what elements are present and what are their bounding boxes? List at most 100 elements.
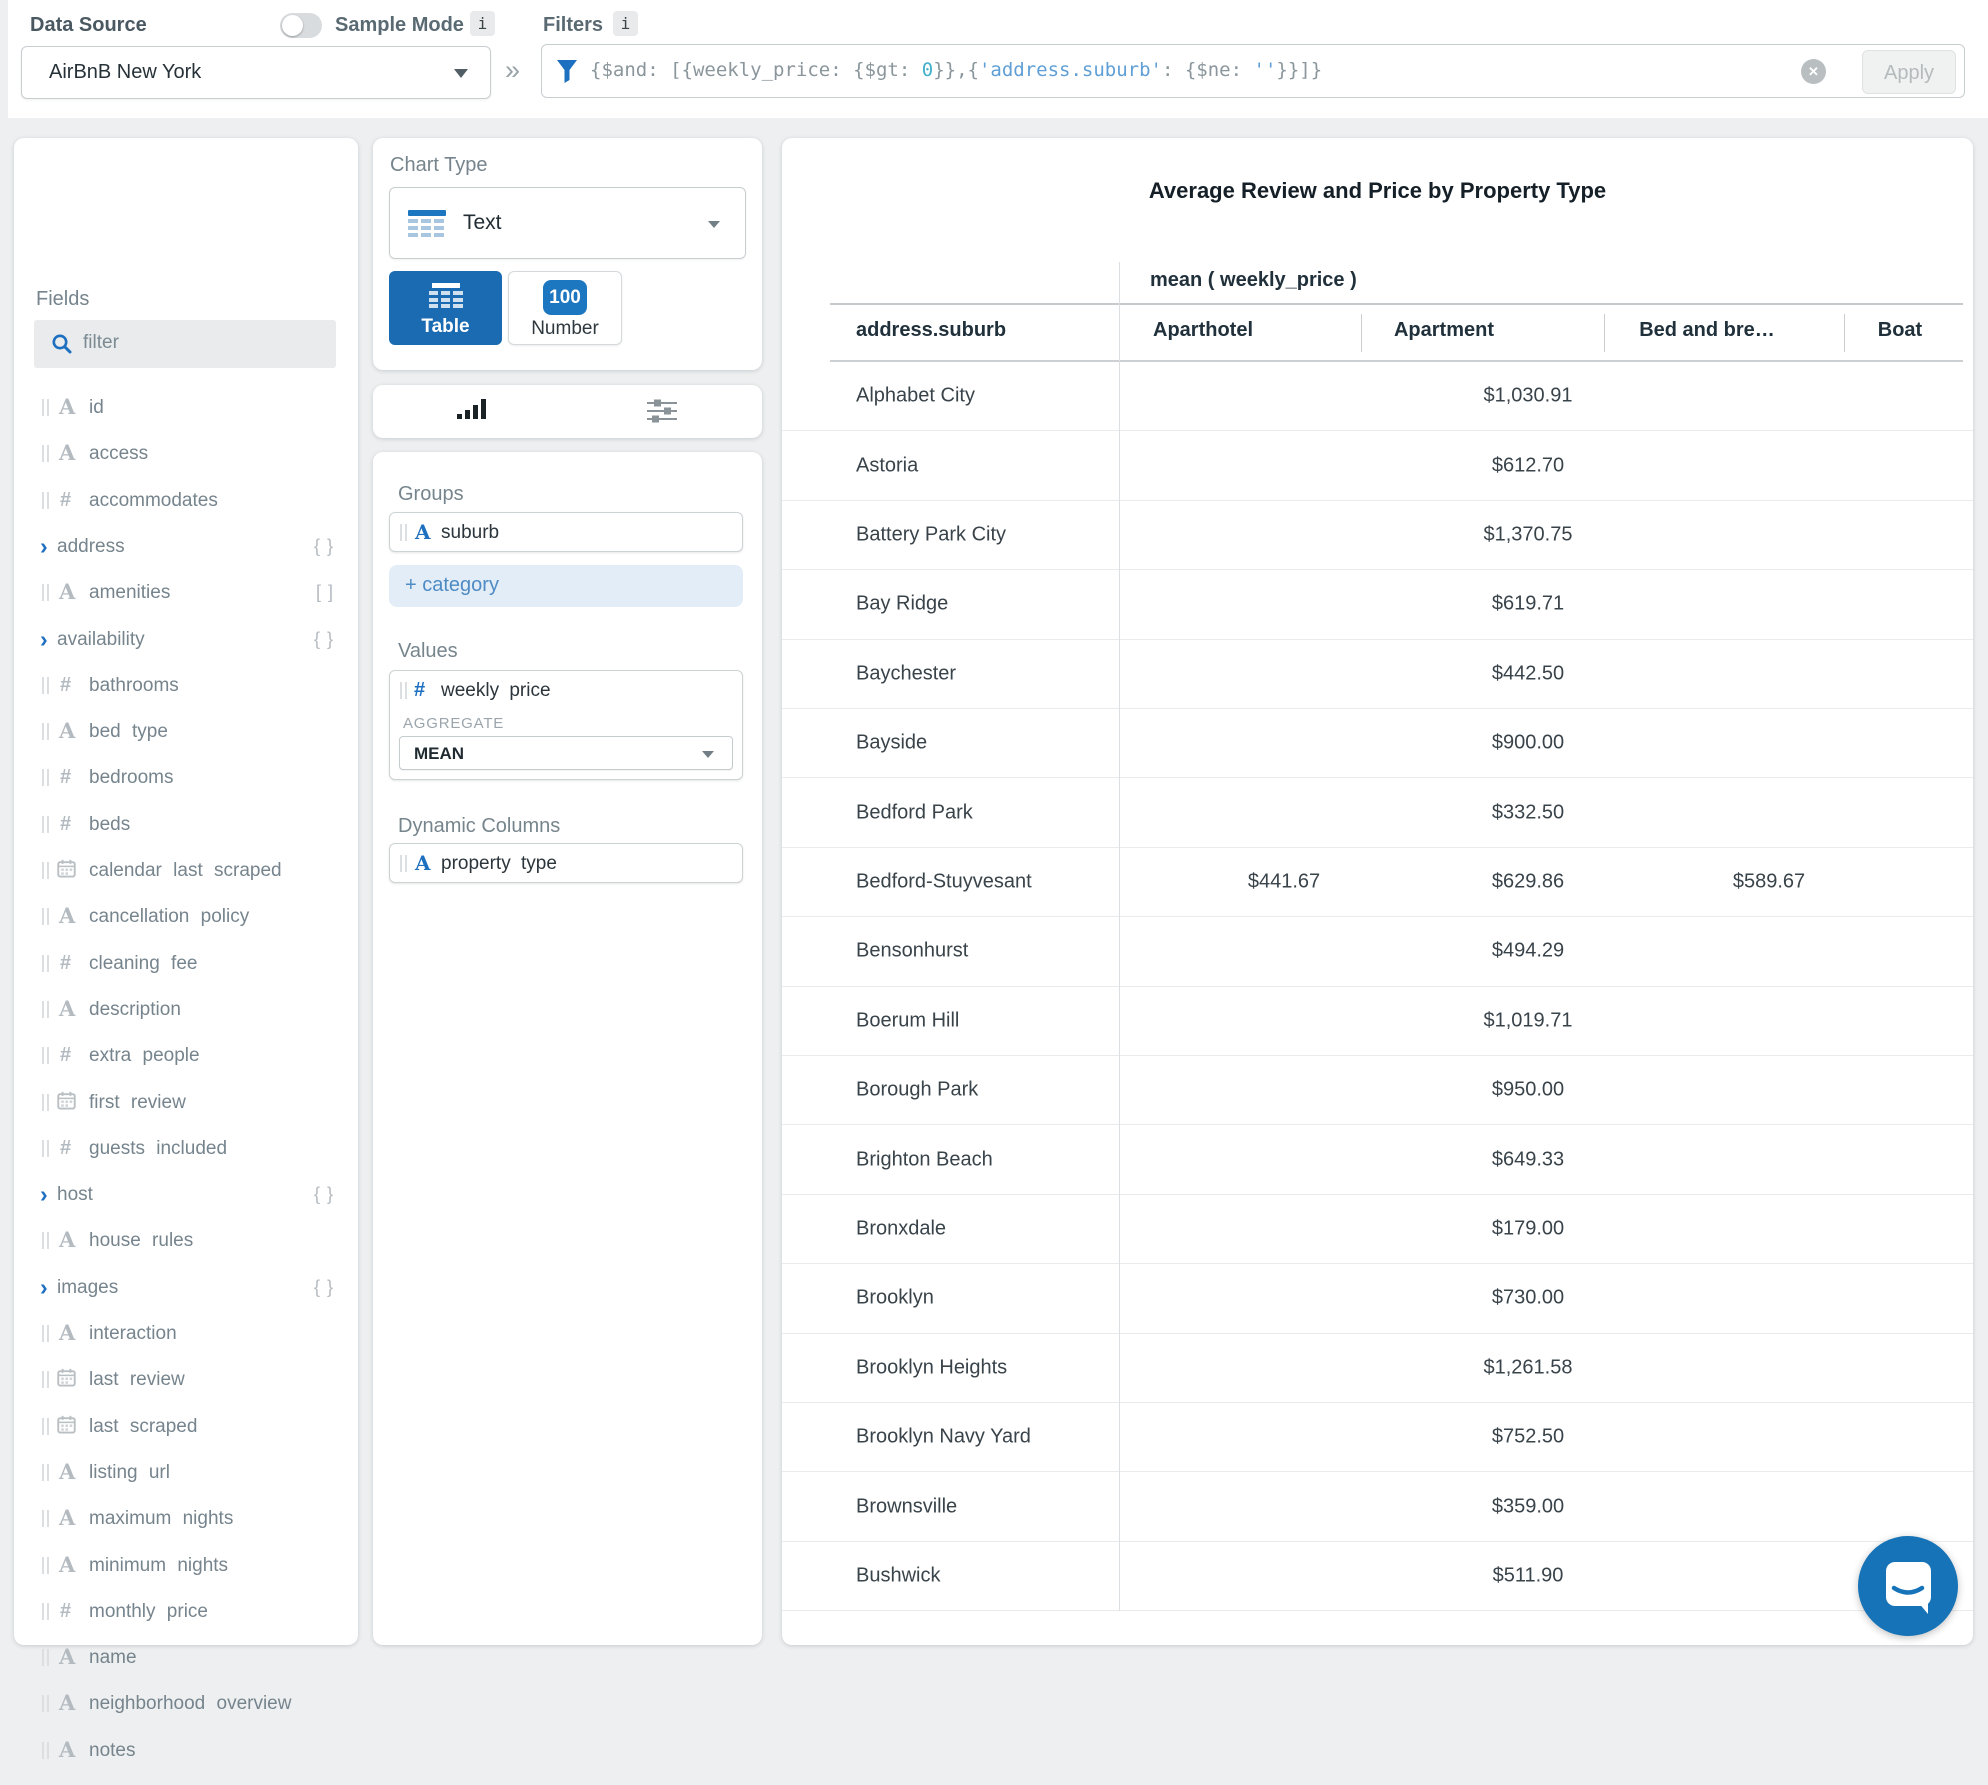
field-name: first review: [89, 1092, 186, 1114]
drag-handle-icon: [400, 855, 407, 872]
column-header-1: Aparthotel: [1153, 319, 1253, 342]
field-item-maximum-nights[interactable]: Amaximum nights: [14, 1496, 358, 1542]
field-name: house rules: [89, 1230, 193, 1252]
field-type-badge: { }: [314, 629, 334, 650]
chat-launcher-button[interactable]: [1858, 1536, 1958, 1636]
chevron-down-icon: [454, 69, 468, 78]
table-row: Brooklyn Navy Yard$752.50: [782, 1403, 1973, 1472]
table-row: Bronxdale$179.00: [782, 1195, 1973, 1264]
table-row: Baychester$442.50: [782, 640, 1973, 709]
tab-settings-sliders-icon[interactable]: [647, 398, 677, 424]
field-item-minimum-nights[interactable]: Aminimum nights: [14, 1543, 358, 1589]
value-cell: $619.71: [1492, 593, 1564, 616]
chevron-right-icon[interactable]: ›: [40, 1278, 48, 1296]
aggregate-label: AGGREGATE: [403, 715, 504, 732]
field-item-calendar-last-scraped[interactable]: calendar last scraped: [14, 848, 358, 894]
subtype-table-button[interactable]: Table: [389, 271, 502, 345]
value-cell: $752.50: [1492, 1426, 1564, 1449]
string-type-icon: A: [59, 394, 75, 419]
field-item-last-scraped[interactable]: last scraped: [14, 1404, 358, 1450]
string-type-icon: A: [59, 903, 75, 928]
group-field-label: suburb: [441, 522, 499, 544]
add-category-button[interactable]: + category: [389, 565, 743, 607]
table-row: Bensonhurst$494.29: [782, 917, 1973, 986]
drag-handle-icon: [42, 492, 49, 509]
table-row: Brownsville $359.00: [782, 1472, 1973, 1541]
field-search-input[interactable]: filter: [34, 320, 336, 368]
value-cell: $359.00: [1492, 1495, 1564, 1518]
field-item-first-review[interactable]: first review: [14, 1080, 358, 1126]
value-field-label: weekly price: [441, 680, 551, 702]
chevron-right-icon[interactable]: ›: [40, 537, 48, 555]
field-item-id[interactable]: Aid: [14, 385, 358, 431]
field-item-host[interactable]: ›host{ }: [14, 1172, 358, 1218]
field-item-images[interactable]: ›images{ }: [14, 1265, 358, 1311]
filter-input[interactable]: {$and: [{weekly_price: {$gt: 0}},{'addre…: [541, 44, 1965, 98]
string-type-icon: A: [59, 996, 75, 1021]
value-cell: $332.50: [1492, 801, 1564, 824]
dynamic-column-pill[interactable]: A property type: [389, 843, 743, 883]
suburb-cell: Bedford-Stuyvesant: [856, 870, 1032, 893]
number-button-label: Number: [509, 318, 621, 340]
field-item-neighborhood-overview[interactable]: Aneighborhood overview: [14, 1681, 358, 1727]
collapse-panel-icon[interactable]: »: [505, 55, 520, 86]
string-type-icon: A: [59, 718, 75, 743]
string-type-icon: A: [59, 1320, 75, 1345]
field-name: last review: [89, 1369, 185, 1391]
field-item-access[interactable]: Aaccess: [14, 431, 358, 477]
field-item-monthly-price[interactable]: #monthly price: [14, 1589, 358, 1635]
tab-encode-bars-icon[interactable]: [457, 399, 486, 419]
field-item-cleaning-fee[interactable]: #cleaning fee: [14, 941, 358, 987]
field-item-listing-url[interactable]: Alisting url: [14, 1450, 358, 1496]
filter-query-segment: }}]}: [1276, 59, 1322, 81]
field-item-guests-included[interactable]: #guests included: [14, 1126, 358, 1172]
aggregate-select[interactable]: MEAN: [399, 736, 733, 770]
field-item-beds[interactable]: #beds: [14, 802, 358, 848]
divider: [1844, 314, 1845, 352]
field-name: bathrooms: [89, 675, 179, 697]
field-item-description[interactable]: Adescription: [14, 987, 358, 1033]
chevron-down-icon: [708, 221, 720, 228]
filters-label: Filters: [543, 14, 603, 37]
field-item-name[interactable]: Aname: [14, 1635, 358, 1681]
subtype-number-button[interactable]: 100 Number: [508, 271, 622, 345]
filter-query-segment: : {$ne:: [1162, 59, 1254, 81]
fields-panel: Fields filter AidAaccess#accommodates›ad…: [14, 138, 358, 1645]
value-field-pill[interactable]: # weekly price AGGREGATE MEAN: [389, 670, 743, 780]
field-item-bed-type[interactable]: Abed type: [14, 709, 358, 755]
sample-mode-toggle[interactable]: [280, 13, 322, 38]
field-item-amenities[interactable]: Aamenities[ ]: [14, 570, 358, 616]
clear-filter-icon[interactable]: ✕: [1801, 59, 1826, 84]
group-field-pill[interactable]: A suburb: [389, 512, 743, 552]
field-item-availability[interactable]: ›availability{ }: [14, 617, 358, 663]
apply-button[interactable]: Apply: [1862, 50, 1956, 94]
table-row: Battery Park City$1,370.75: [782, 501, 1973, 570]
sample-mode-info-icon[interactable]: i: [470, 11, 495, 36]
chart-type-select[interactable]: Text: [389, 187, 746, 259]
field-item-address[interactable]: ›address{ }: [14, 524, 358, 570]
field-item-bedrooms[interactable]: #bedrooms: [14, 755, 358, 801]
data-source-label: Data Source: [30, 14, 147, 37]
field-item-last-review[interactable]: last review: [14, 1357, 358, 1403]
field-item-interaction[interactable]: Ainteraction: [14, 1311, 358, 1357]
field-item-house-rules[interactable]: Ahouse rules: [14, 1218, 358, 1264]
value-cell: $442.50: [1492, 662, 1564, 685]
field-item-cancellation-policy[interactable]: Acancellation policy: [14, 894, 358, 940]
chevron-right-icon[interactable]: ›: [40, 1185, 48, 1203]
value-cell: $649.33: [1492, 1148, 1564, 1171]
field-item-extra-people[interactable]: #extra people: [14, 1033, 358, 1079]
data-source-select[interactable]: AirBnB New York: [21, 46, 491, 99]
field-item-bathrooms[interactable]: #bathrooms: [14, 663, 358, 709]
dynamic-columns-label: Dynamic Columns: [398, 815, 560, 838]
value-cell: $179.00: [1492, 1217, 1564, 1240]
suburb-cell: Bedford Park: [856, 801, 973, 824]
field-item-accommodates[interactable]: #accommodates: [14, 478, 358, 524]
suburb-cell: Brownsville: [856, 1495, 957, 1518]
string-type-icon: A: [59, 1737, 75, 1762]
field-item-notes[interactable]: Anotes: [14, 1728, 358, 1774]
drag-handle-icon: [42, 1001, 49, 1018]
chevron-right-icon[interactable]: ›: [40, 630, 48, 648]
filters-info-icon[interactable]: i: [613, 11, 638, 36]
filter-query-segment: '': [1254, 59, 1277, 81]
drag-handle-icon: [42, 1140, 49, 1157]
